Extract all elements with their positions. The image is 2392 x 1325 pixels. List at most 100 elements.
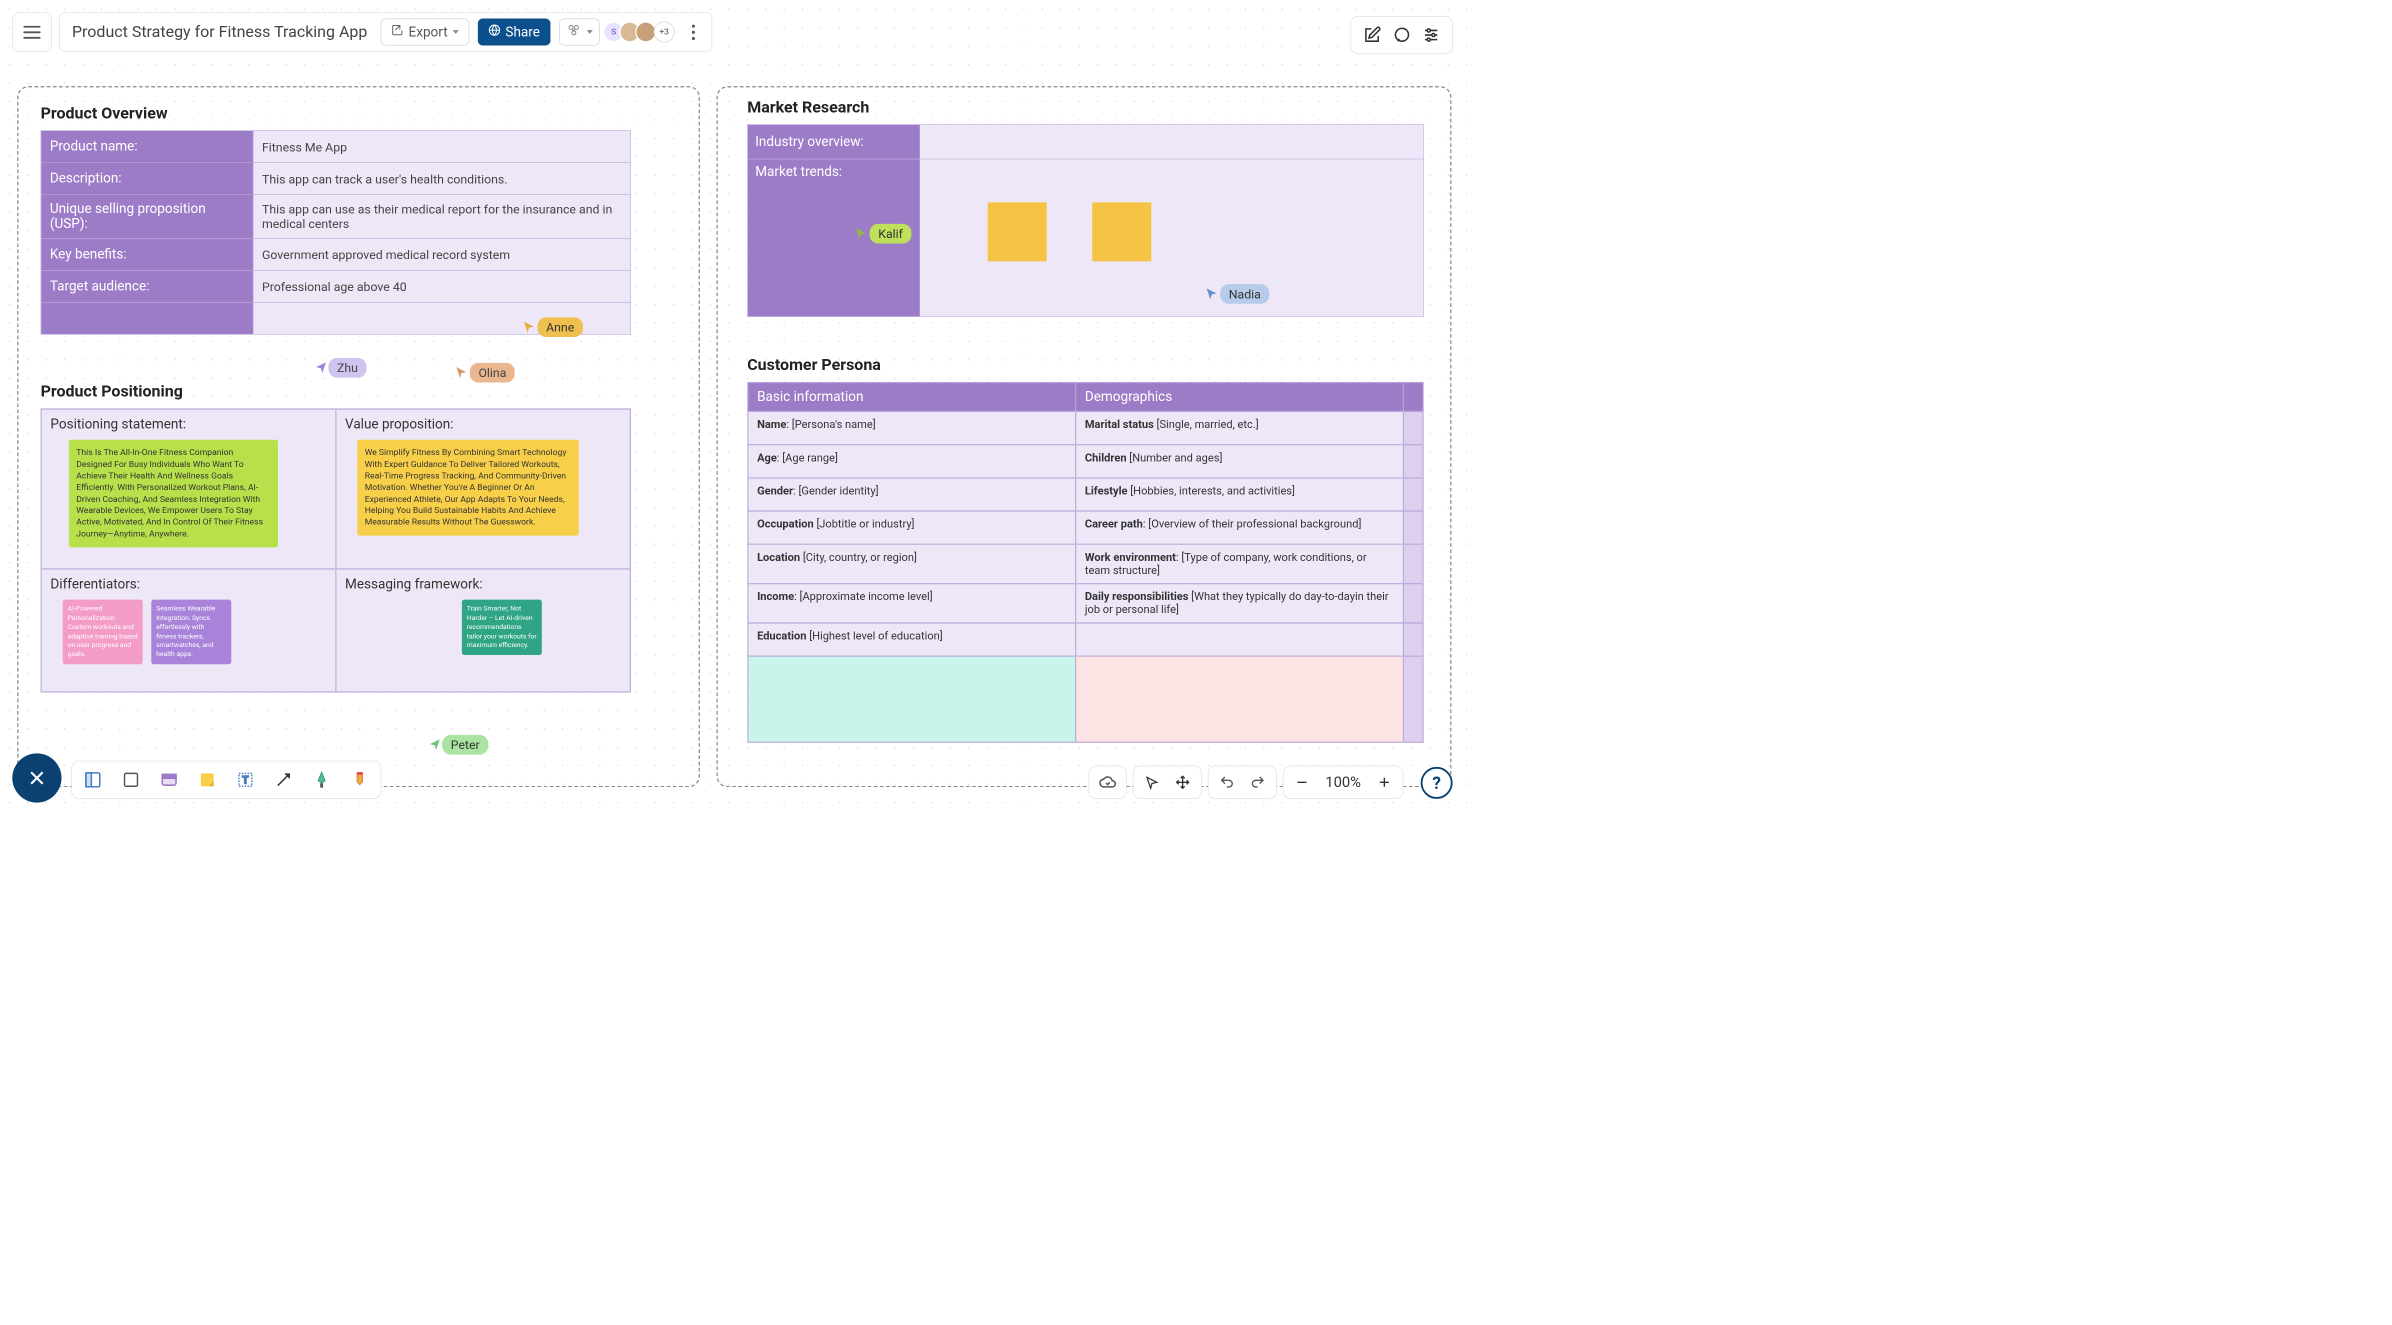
export-button[interactable]: Export [381,18,469,45]
table-cell-value[interactable]: Government approved medical record syste… [253,238,631,270]
collaborator-cursor-peter: Peter [427,735,488,755]
pan-tool[interactable] [1172,771,1194,793]
differentiators-cell[interactable]: Differentiators: AI-Powered Personalizat… [41,569,336,692]
sticky-note-tool[interactable] [195,768,220,793]
cursor-label: Kalif [870,224,912,244]
frame-tool[interactable] [81,768,106,793]
persona-cell[interactable]: Career path: [Overview of their professi… [1076,511,1404,544]
table-cell-value[interactable] [920,159,1424,316]
select-tool[interactable] [1141,771,1163,793]
cloud-sync-button[interactable] [1097,771,1119,793]
persona-cell[interactable]: Occupation [Jobtitle or industry] [748,511,1076,544]
comments-button[interactable] [1389,23,1414,48]
help-button[interactable]: ? [1421,767,1453,799]
table-stub [1403,445,1423,478]
zoom-out-button[interactable] [1291,771,1313,793]
table-header-stub [1403,383,1423,412]
persona-cell[interactable]: Education [Highest level of education] [748,623,1076,656]
top-toolbar: Product Strategy for Fitness Tracking Ap… [12,12,712,51]
integrations-button[interactable] [559,18,600,45]
table-stub [1403,656,1423,742]
product-strategy-frame-right[interactable]: Market Research Industry overview: Marke… [716,86,1451,787]
sticky-note[interactable]: AI-Powered Personalization: Custom worko… [63,600,143,665]
persona-cell[interactable]: Daily responsibilities [What they typica… [1076,584,1404,623]
section-title: Product Overview [18,98,698,123]
more-options-button[interactable] [683,18,704,45]
product-overview-table[interactable]: Product name:Fitness Me App Description:… [41,130,631,334]
product-positioning-grid[interactable]: Positioning statement: This Is The All-I… [41,408,631,692]
shape-toolbar: T [71,761,381,799]
persona-cell[interactable]: Lifestyle [Hobbies, interests, and activ… [1076,478,1404,511]
persona-cell[interactable]: Age: [Age range] [748,445,1076,478]
persona-cell[interactable]: Children [Number and ages] [1076,445,1404,478]
sticky-note[interactable] [988,202,1047,261]
redo-button[interactable] [1247,771,1269,793]
persona-cell[interactable]: Location [City, country, or region] [748,544,1076,583]
text-tool[interactable]: T [233,768,258,793]
sync-group [1089,766,1127,799]
table-cell-label[interactable]: Description: [41,163,253,195]
market-research-table[interactable]: Industry overview: Market trends: [747,124,1423,316]
undo-button[interactable] [1216,771,1238,793]
zoom-in-button[interactable] [1373,771,1395,793]
globe-icon [488,24,500,40]
sticky-note[interactable]: We Simplify Fitness By Combining Smart T… [357,440,578,536]
settings-button[interactable] [1419,23,1444,48]
pen-tool[interactable] [309,768,334,793]
history-group [1208,766,1277,799]
table-cell-label[interactable]: Unique selling proposition (USP): [41,195,253,239]
value-proposition-cell[interactable]: Value proposition: We Simplify Fitness B… [336,409,631,569]
table-stub [1403,411,1423,444]
customer-persona-grid[interactable]: Basic information Demographics Name: [Pe… [747,382,1423,743]
positioning-statement-cell[interactable]: Positioning statement: This Is The All-I… [41,409,336,569]
avatar-overflow[interactable]: +3 [654,22,675,43]
persona-cell[interactable]: Income: [Approximate income level] [748,584,1076,623]
persona-cell-empty[interactable] [1076,656,1404,742]
table-header[interactable]: Basic information [748,383,1076,412]
sticky-note[interactable] [1092,202,1151,261]
persona-cell[interactable]: Gender: [Gender identity] [748,478,1076,511]
cursor-icon [1205,287,1219,301]
container-tool[interactable] [157,768,182,793]
zoom-level[interactable]: 100% [1322,774,1365,791]
arrow-tool[interactable] [271,768,296,793]
table-header[interactable]: Demographics [1076,383,1404,412]
table-cell-label[interactable] [41,302,253,334]
collaborator-cursor-olina: Olina [455,363,515,383]
cursor-icon [314,361,328,375]
persona-cell-empty[interactable] [748,656,1076,742]
close-icon [27,768,47,788]
collaborator-cursor-kalif: Kalif [855,224,912,244]
table-cell-value[interactable] [920,125,1424,159]
persona-cell[interactable]: Name: [Persona's name] [748,411,1076,444]
sticky-note[interactable]: This Is The All-In-One Fitness Companion… [69,440,278,548]
messaging-framework-cell[interactable]: Messaging framework: Train Smarter, Not … [336,569,631,692]
product-strategy-frame-left[interactable]: Product Overview Product name:Fitness Me… [17,86,700,787]
persona-cell[interactable]: Marital status [Single, married, etc.] [1076,411,1404,444]
section-title: Market Research [718,98,1450,116]
table-cell-label[interactable]: Industry overview: [748,125,920,159]
sticky-note[interactable]: Train Smarter, Not Harder – Let AI-drive… [462,600,542,655]
table-cell-label[interactable]: Target audience: [41,270,253,302]
table-cell-value[interactable]: Professional age above 40 [253,270,631,302]
section-title: Customer Persona [718,328,1450,375]
view-toolbar: 100% [1089,766,1404,799]
document-title[interactable]: Product Strategy for Fitness Tracking Ap… [67,23,372,41]
highlighter-tool[interactable] [347,768,372,793]
persona-cell[interactable] [1076,623,1404,656]
main-menu-button[interactable] [12,12,51,51]
rectangle-tool[interactable] [119,768,144,793]
collaborator-avatars[interactable]: S +3 [608,22,674,43]
table-cell-value[interactable]: This app can track a user's health condi… [253,163,631,195]
table-cell-value[interactable]: This app can use as their medical report… [253,195,631,239]
edit-button[interactable] [1360,23,1385,48]
sticky-note[interactable]: Seamless Wearable Integration: Syncs eff… [151,600,231,665]
table-cell-label[interactable]: Product name: [41,131,253,163]
collaborator-cursor-nadia: Nadia [1205,284,1269,304]
table-cell-label[interactable]: Key benefits: [41,238,253,270]
close-tools-button[interactable] [12,753,61,802]
share-button[interactable]: Share [478,18,551,45]
persona-cell[interactable]: Work environment: [Type of company, work… [1076,544,1404,583]
table-cell-value[interactable]: Fitness Me App [253,131,631,163]
cursor-icon [455,366,469,380]
